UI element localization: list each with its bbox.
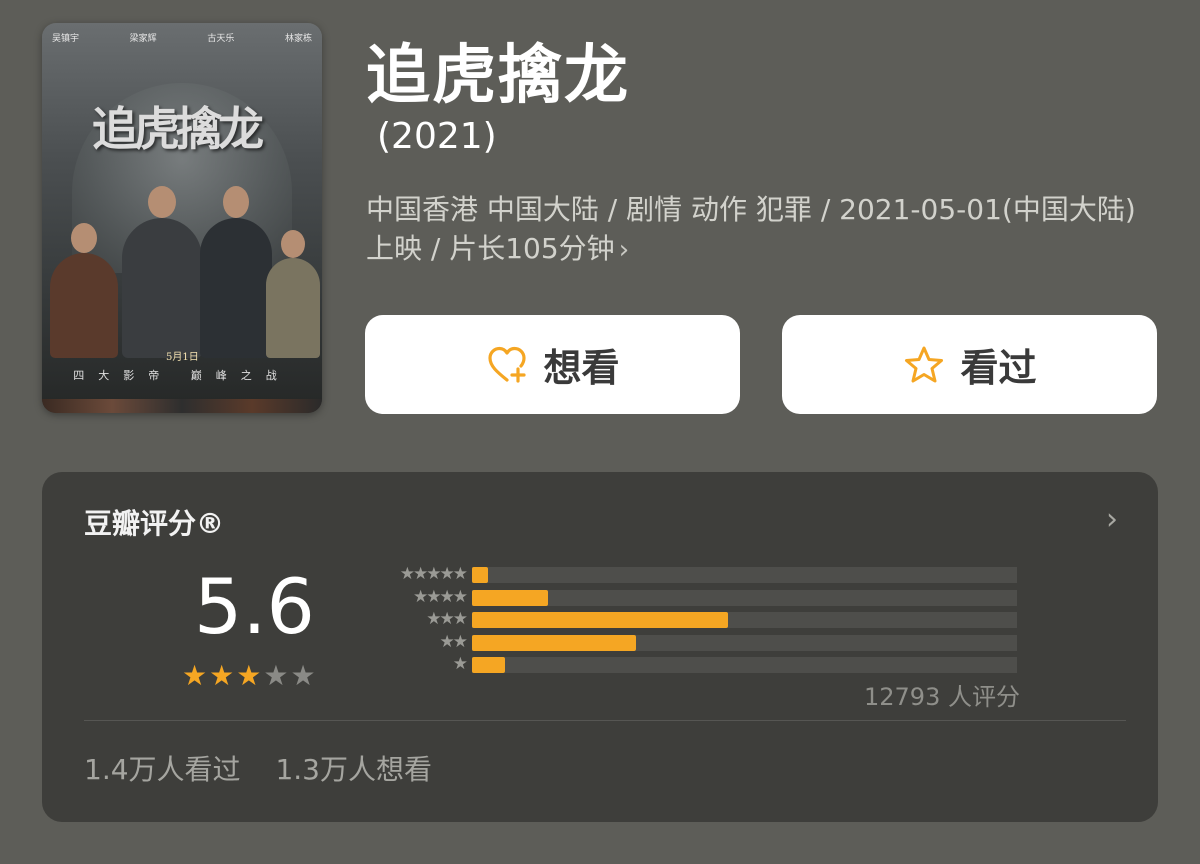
movie-poster[interactable]: 吴镇宇 梁家辉 古天乐 林家栋 追虎擒龙 5月1日 四大影帝 巅峰之战 — [42, 23, 322, 413]
poster-bottom-strip — [42, 399, 322, 413]
distribution-track — [472, 589, 1017, 606]
movie-title: 追虎擒龙 — [366, 39, 630, 113]
distribution-bar — [472, 634, 636, 651]
rating-title: 豆瓣评分® — [84, 507, 225, 540]
movie-year: (2021) — [377, 116, 497, 157]
distribution-track — [472, 634, 1017, 651]
poster-figure — [266, 230, 320, 358]
row-stars-icon: ★★★ — [426, 609, 468, 629]
poster-figure — [122, 186, 202, 358]
distribution-bar — [472, 589, 549, 606]
want-to-watch-label: 想看 — [543, 346, 620, 390]
poster-figure — [200, 186, 272, 358]
poster-cast-name: 梁家辉 — [129, 34, 157, 44]
want-count: 1.3万人想看 — [275, 753, 432, 786]
distribution-track — [472, 657, 1017, 673]
watched-label: 看过 — [960, 346, 1037, 390]
heart-plus-icon — [488, 346, 527, 383]
star-filled-icon: ★ — [182, 659, 208, 692]
rating-distribution-row: ★★ — [360, 632, 1020, 655]
audience-stats: 1.4万人看过 1.3万人想看 — [84, 748, 458, 788]
watched-button[interactable]: 看过 — [782, 315, 1157, 414]
row-stars-icon: ★★ — [439, 631, 468, 652]
movie-meta[interactable]: 中国香港 中国大陆 / 剧情 动作 犯罪 / 2021-05-01(中国大陆) … — [366, 190, 1156, 270]
poster-cast: 吴镇宇 梁家辉 古天乐 林家栋 — [52, 31, 312, 44]
rating-card[interactable]: 豆瓣评分® › 5.6 ★ ★ ★ ★ ★ ★★★★★ ★★★★ ★★★ ★★ ★ 12793 … — [42, 472, 1158, 822]
chevron-right-icon: › — [618, 235, 630, 265]
distribution-bar — [472, 567, 489, 583]
poster-date: 5月1日 — [166, 352, 199, 363]
star-outline-icon — [905, 346, 944, 382]
distribution-bar — [472, 612, 729, 628]
distribution-track — [472, 612, 1017, 628]
rating-stars: ★ ★ ★ ★ ★ — [182, 662, 318, 690]
poster-figures — [42, 186, 322, 358]
star-filled-icon: ★ — [236, 659, 262, 692]
watched-count: 1.4万人看过 — [84, 753, 241, 786]
poster-cast-name: 林家栋 — [284, 34, 312, 44]
rating-score: 5.6 — [194, 562, 315, 651]
poster-title: 追虎擒龙 — [92, 102, 264, 156]
rating-distribution-row: ★ — [360, 654, 1020, 677]
distribution-track — [472, 567, 1017, 583]
poster-figure — [50, 223, 118, 358]
poster-tagline: 四大影帝 巅峰之战 — [73, 369, 291, 382]
star-empty-icon: ★ — [263, 659, 289, 692]
rating-votes: 12793 人评分 — [864, 683, 1020, 711]
rating-distribution-row: ★★★★ — [360, 587, 1020, 610]
row-stars-icon: ★★★★ — [413, 586, 468, 607]
row-stars-icon: ★★★★★ — [399, 564, 468, 584]
distribution-bar — [472, 657, 505, 673]
want-to-watch-button[interactable]: 想看 — [365, 315, 740, 414]
rating-distribution-row: ★★★ — [360, 609, 1020, 632]
movie-meta-text: 中国香港 中国大陆 / 剧情 动作 犯罪 / 2021-05-01(中国大陆) … — [366, 193, 1136, 265]
poster-cast-name: 吴镇宇 — [52, 34, 80, 44]
divider — [84, 720, 1126, 721]
star-filled-icon: ★ — [209, 659, 235, 692]
star-empty-icon: ★ — [290, 659, 316, 692]
row-stars-icon: ★ — [452, 654, 468, 674]
poster-cast-name: 古天乐 — [207, 34, 235, 44]
rating-distribution: ★★★★★ ★★★★ ★★★ ★★ ★ — [360, 564, 1020, 677]
chevron-right-icon[interactable]: › — [1106, 502, 1118, 537]
rating-distribution-row: ★★★★★ — [360, 564, 1020, 587]
